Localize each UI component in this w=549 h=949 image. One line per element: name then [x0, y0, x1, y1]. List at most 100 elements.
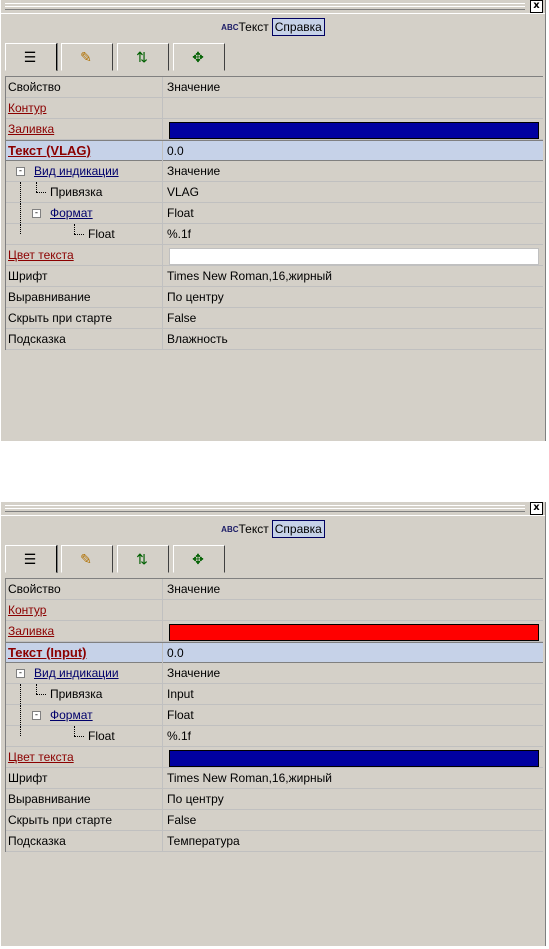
text-color-swatch[interactable] — [169, 248, 539, 265]
property-value[interactable]: Float — [164, 705, 543, 725]
row-binding[interactable]: Привязка Input — [6, 684, 543, 705]
property-value[interactable]: False — [164, 308, 543, 328]
property-label[interactable]: Цвет текста — [8, 750, 74, 764]
tab-dynamics[interactable]: ✥ — [173, 545, 225, 573]
tab-properties[interactable]: ☰ — [5, 545, 57, 573]
object-name: Текст — [238, 522, 269, 536]
events-icon: ⇅ — [136, 49, 148, 65]
text-object-icon: ABC — [221, 525, 239, 534]
panel-titlebar[interactable]: x — [1, 502, 545, 516]
panel-titlebar[interactable]: x — [1, 0, 545, 14]
property-value[interactable] — [164, 621, 543, 641]
column-header-value: Значение — [167, 582, 221, 596]
row-text[interactable]: Текст (Input) 0.0 — [6, 642, 543, 663]
help-button[interactable]: Справка — [271, 520, 325, 538]
property-value[interactable]: Float — [164, 203, 543, 223]
property-value[interactable]: По центру — [164, 789, 543, 809]
row-contour[interactable]: Контур — [6, 600, 543, 621]
property-value[interactable]: False — [164, 810, 543, 830]
property-value[interactable] — [164, 98, 543, 118]
row-display-mode[interactable]: - Вид индикации Значение — [6, 161, 543, 182]
property-value[interactable]: Температура — [164, 831, 543, 851]
property-label[interactable]: Цвет текста — [8, 248, 74, 262]
property-label[interactable]: Заливка — [8, 122, 54, 136]
tab-strip: ☰ ✎ ⇅ ✥ — [1, 542, 545, 578]
row-text[interactable]: Текст (VLAG) 0.0 — [6, 140, 543, 161]
property-label[interactable]: Формат — [50, 708, 93, 722]
property-value[interactable] — [164, 119, 543, 139]
property-label[interactable]: Формат — [50, 206, 93, 220]
row-alignment[interactable]: Выравнивание По центру — [6, 287, 543, 308]
property-value[interactable]: 0.0 — [164, 141, 543, 161]
row-display-mode[interactable]: - Вид индикации Значение — [6, 663, 543, 684]
property-value[interactable]: Значение — [164, 161, 543, 181]
property-value[interactable]: %.1f — [164, 224, 543, 244]
row-hide-on-start[interactable]: Скрыть при старте False — [6, 810, 543, 831]
property-label: Шрифт — [6, 266, 163, 286]
drag-grip[interactable] — [5, 3, 525, 10]
row-binding[interactable]: Привязка VLAG — [6, 182, 543, 203]
row-font[interactable]: Шрифт Times New Roman,16,жирный — [6, 768, 543, 789]
row-contour[interactable]: Контур — [6, 98, 543, 119]
property-label[interactable]: Вид индикации — [34, 164, 119, 178]
row-format[interactable]: - Формат Float — [6, 705, 543, 726]
row-font[interactable]: Шрифт Times New Roman,16,жирный — [6, 266, 543, 287]
property-value[interactable]: Значение — [164, 663, 543, 683]
tab-events[interactable]: ⇅ — [117, 545, 169, 573]
collapse-icon[interactable]: - — [16, 167, 25, 176]
row-hide-on-start[interactable]: Скрыть при старте False — [6, 308, 543, 329]
property-value[interactable]: Влажность — [164, 329, 543, 349]
property-value[interactable]: Times New Roman,16,жирный — [164, 266, 543, 286]
tab-dynamics[interactable]: ✥ — [173, 43, 225, 71]
property-label[interactable]: Контур — [8, 101, 46, 115]
text-color-swatch[interactable] — [169, 750, 539, 767]
property-value[interactable]: VLAG — [164, 182, 543, 202]
property-label[interactable]: Текст (VLAG) — [8, 143, 91, 158]
fill-color-swatch[interactable] — [169, 624, 539, 641]
property-label: Подсказка — [6, 329, 163, 349]
property-value[interactable] — [164, 245, 543, 265]
help-button[interactable]: Справка — [271, 18, 325, 36]
row-fill[interactable]: Заливка — [6, 621, 543, 642]
property-value[interactable]: 0.0 — [164, 643, 543, 663]
tab-appearance[interactable]: ✎ — [61, 43, 113, 71]
column-header-property: Свойство — [6, 77, 163, 97]
move-icon: ✥ — [192, 49, 204, 65]
property-value[interactable] — [164, 747, 543, 767]
tab-strip: ☰ ✎ ⇅ ✥ — [1, 40, 545, 76]
fill-color-swatch[interactable] — [169, 122, 539, 139]
close-button[interactable]: x — [530, 502, 543, 515]
collapse-icon[interactable]: - — [32, 711, 41, 720]
row-float[interactable]: Float %.1f — [6, 726, 543, 747]
tab-events[interactable]: ⇅ — [117, 43, 169, 71]
row-float[interactable]: Float %.1f — [6, 224, 543, 245]
property-label: Float — [88, 227, 115, 241]
property-label[interactable]: Контур — [8, 603, 46, 617]
row-text-color[interactable]: Цвет текста — [6, 747, 543, 768]
property-value[interactable]: По центру — [164, 287, 543, 307]
tab-appearance[interactable]: ✎ — [61, 545, 113, 573]
row-format[interactable]: - Формат Float — [6, 203, 543, 224]
move-icon: ✥ — [192, 551, 204, 567]
property-label[interactable]: Текст (Input) — [8, 645, 87, 660]
property-label: Выравнивание — [6, 287, 163, 307]
row-fill[interactable]: Заливка — [6, 119, 543, 140]
property-value[interactable]: Times New Roman,16,жирный — [164, 768, 543, 788]
row-tooltip[interactable]: Подсказка Температура — [6, 831, 543, 852]
row-text-color[interactable]: Цвет текста — [6, 245, 543, 266]
drag-grip[interactable] — [5, 505, 525, 512]
row-alignment[interactable]: Выравнивание По центру — [6, 789, 543, 810]
close-button[interactable]: x — [530, 0, 543, 13]
grid-header: Свойство Значение — [6, 579, 543, 600]
collapse-icon[interactable]: - — [16, 669, 25, 678]
property-label: Подсказка — [6, 831, 163, 851]
row-tooltip[interactable]: Подсказка Влажность — [6, 329, 543, 350]
property-value[interactable]: Input — [164, 684, 543, 704]
tab-properties[interactable]: ☰ — [5, 43, 57, 71]
list-icon: ☰ — [23, 49, 37, 65]
property-label[interactable]: Вид индикации — [34, 666, 119, 680]
property-label[interactable]: Заливка — [8, 624, 54, 638]
property-value[interactable] — [164, 600, 543, 620]
collapse-icon[interactable]: - — [32, 209, 41, 218]
property-value[interactable]: %.1f — [164, 726, 543, 746]
